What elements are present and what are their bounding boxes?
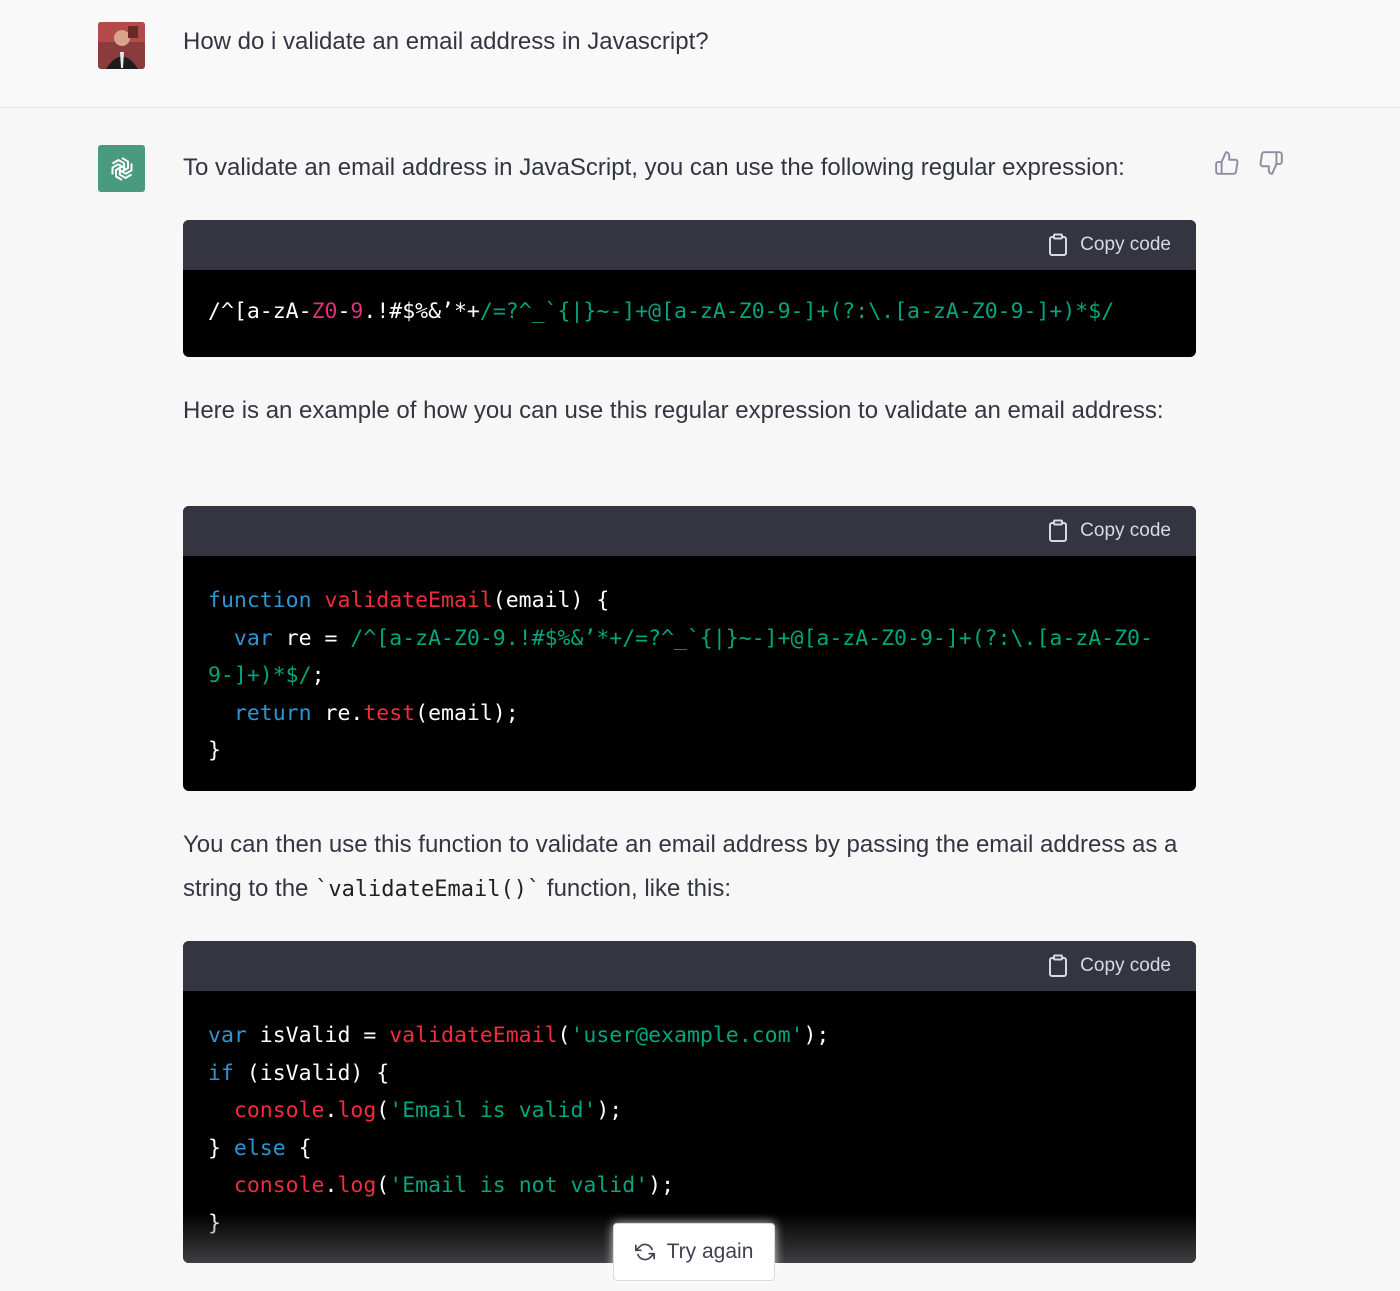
- clipboard-icon: [1049, 954, 1068, 977]
- code-token: /=?^_`{|}~-]+@[a-zA-Z0-9-]+(?:\.[a-zA-Z0…: [479, 299, 1115, 324]
- code-line: }: [208, 732, 1171, 770]
- code-token: 'Email is valid': [389, 1098, 597, 1123]
- code-line: 9-]+)*$/;: [208, 657, 1171, 695]
- code-token: (: [376, 1173, 390, 1198]
- user-avatar: [98, 22, 145, 69]
- code-line: console.log('Email is not valid');: [208, 1167, 1171, 1205]
- copy-code-label: Copy code: [1080, 234, 1171, 255]
- code-body: var isValid = validateEmail('user@exampl…: [183, 991, 1196, 1242]
- usage-text-after: function, like this:: [540, 875, 732, 902]
- assistant-usage-text: You can then use this function to valida…: [183, 823, 1196, 912]
- code-token: !#$%&’*+: [376, 299, 480, 324]
- code-token: function: [208, 588, 325, 613]
- assistant-avatar: [98, 145, 145, 192]
- user-message-row: How do i validate an email address in Ja…: [0, 0, 1400, 108]
- code-token: ;: [311, 663, 325, 688]
- thumbs-down-button[interactable]: [1258, 150, 1284, 181]
- try-again-button[interactable]: Try again: [613, 1223, 775, 1281]
- code-token: /^[a-zA-: [208, 299, 312, 324]
- code-token: validateEmail: [324, 588, 493, 613]
- code-line: console.log('Email is valid');: [208, 1092, 1171, 1130]
- code-token: (isValid) {: [246, 1060, 390, 1086]
- refresh-icon: [634, 1243, 655, 1261]
- code-line: /^[a-zA-Z0-9.!#$%&’*+/=?^_`{|}~-]+@[a-zA…: [208, 293, 1171, 331]
- code-token: 9: [350, 299, 364, 324]
- code-block-regex: Copy code /^[a-zA-Z0-9.!#$%&’*+/=?^_`{|}…: [183, 220, 1196, 357]
- thumbs-down-icon: [1259, 151, 1283, 175]
- code-token: {: [298, 1135, 312, 1161]
- code-token: );: [596, 1098, 623, 1123]
- code-token: var: [208, 625, 286, 651]
- user-message-text: How do i validate an email address in Ja…: [183, 28, 709, 55]
- copy-code-button[interactable]: Copy code: [1048, 954, 1171, 978]
- code-block-header: Copy code: [183, 220, 1196, 270]
- code-token: validateEmail: [389, 1023, 558, 1048]
- code-token: isValid =: [259, 1023, 390, 1048]
- code-block-usage: Copy code var isValid = validateEmail('u…: [183, 941, 1196, 1263]
- code-token: log: [337, 1098, 377, 1123]
- copy-code-button[interactable]: Copy code: [1048, 233, 1171, 257]
- code-token: (: [376, 1098, 390, 1123]
- clipboard-icon: [1049, 233, 1068, 256]
- code-token: .: [324, 1098, 338, 1123]
- code-line: function validateEmail(email) {: [208, 582, 1171, 620]
- code-token: re =: [285, 625, 351, 651]
- code-token: (email);: [415, 700, 519, 726]
- code-body: function validateEmail(email) { var re =…: [183, 556, 1196, 770]
- code-token: Z0: [311, 299, 338, 324]
- clipboard-icon: [1049, 519, 1068, 542]
- code-line: var isValid = validateEmail('user@exampl…: [208, 1017, 1171, 1055]
- copy-code-label: Copy code: [1080, 520, 1171, 541]
- code-token: }: [208, 1135, 234, 1161]
- code-line: } else {: [208, 1130, 1171, 1168]
- code-block-function: Copy code function validateEmail(email) …: [183, 506, 1196, 791]
- code-token: log: [337, 1173, 377, 1198]
- code-token: -: [337, 299, 351, 324]
- code-line: return re.test(email);: [208, 695, 1171, 733]
- code-token: return: [208, 700, 325, 726]
- code-token: /^[a-zA-Z0-9.!#$%&’*+/=?^_`{|}~-]+@[a-zA…: [350, 625, 1153, 651]
- inline-code: `validateEmail()`: [315, 877, 541, 902]
- code-token: 'user@example.com': [570, 1023, 804, 1048]
- code-token: 9-]+)*$/: [208, 663, 312, 688]
- code-token: );: [648, 1173, 675, 1198]
- code-line: if (isValid) {: [208, 1055, 1171, 1093]
- code-body: /^[a-zA-Z0-9.!#$%&’*+/=?^_`{|}~-]+@[a-zA…: [183, 270, 1196, 331]
- try-again-label: Try again: [666, 1240, 754, 1263]
- code-token: (email) {: [492, 588, 610, 613]
- code-token: (: [557, 1023, 571, 1048]
- code-block-header: Copy code: [183, 941, 1196, 991]
- code-token: }: [208, 738, 221, 763]
- code-token: .: [324, 1173, 338, 1198]
- code-token: console: [208, 1173, 325, 1198]
- code-token: 'Email is not valid': [389, 1173, 649, 1198]
- code-token: var: [208, 1023, 260, 1048]
- code-token: console: [208, 1098, 325, 1123]
- assistant-example-text: Here is an example of how you can use th…: [183, 397, 1164, 424]
- copy-code-button[interactable]: Copy code: [1048, 519, 1171, 543]
- code-block-header: Copy code: [183, 506, 1196, 556]
- code-token: );: [803, 1023, 830, 1048]
- assistant-intro-text: To validate an email address in JavaScri…: [183, 154, 1125, 181]
- code-token: .: [363, 299, 377, 324]
- code-token: re.: [324, 700, 364, 726]
- openai-logo-icon: [110, 156, 133, 181]
- code-line: var re = /^[a-zA-Z0-9.!#$%&’*+/=?^_`{|}~…: [208, 620, 1171, 658]
- copy-code-label: Copy code: [1080, 955, 1171, 976]
- code-token: if: [208, 1060, 247, 1086]
- code-token: test: [363, 700, 416, 726]
- code-token: else: [233, 1135, 299, 1161]
